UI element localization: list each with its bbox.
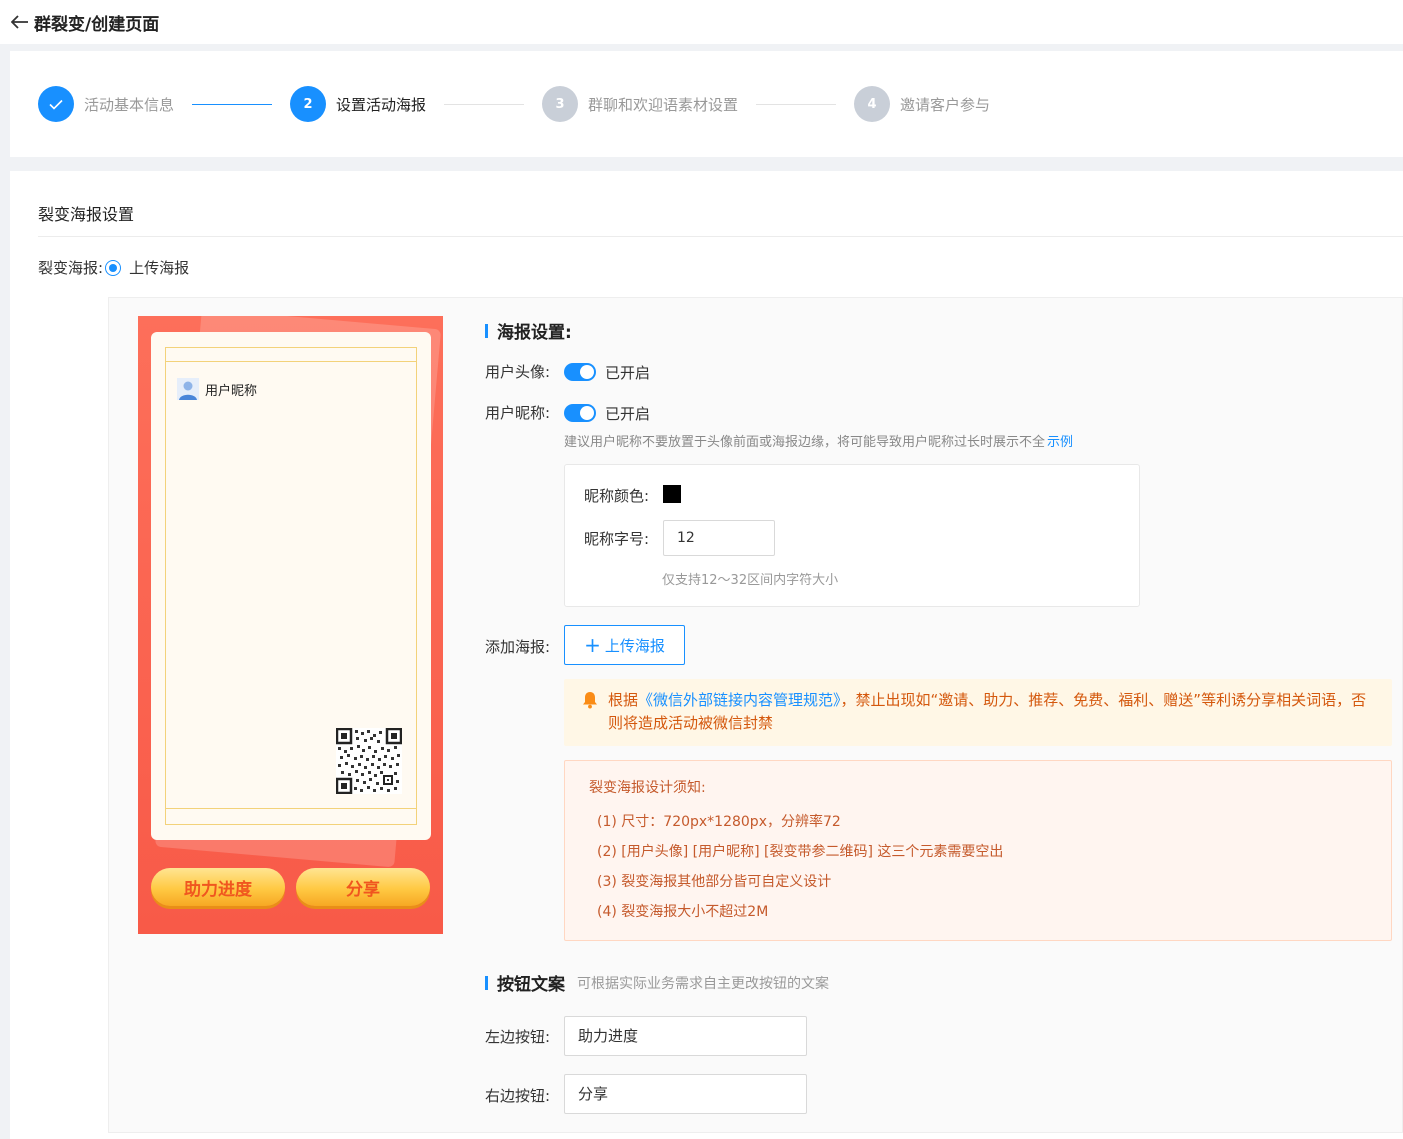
step-4[interactable]: 4 邀请客户参与 [854, 86, 990, 122]
step-3-label: 群聊和欢迎语素材设置 [588, 95, 739, 114]
tips-item: (3) 裂变海报其他部分皆可自定义设计 [597, 874, 832, 890]
upload-poster-button[interactable]: + 上传海报 [564, 625, 685, 665]
back-arrow-icon[interactable] [10, 12, 30, 32]
poster-preview: 用户昵称 助力进度 分享 [138, 316, 443, 934]
section-title: 裂变海报设置 [38, 205, 135, 224]
avatar-label: 用户头像: [485, 363, 551, 381]
nickname-color-label: 昵称颜色: [584, 487, 650, 505]
heading-accent-bar [485, 323, 488, 338]
add-poster-label: 添加海报: [485, 638, 551, 656]
steps-bar: 活动基本信息 2 设置活动海报 3 群聊和欢迎语素材设置 4 邀请客户参与 [10, 51, 1403, 157]
wechat-policy-link[interactable]: 《微信外部链接内容管理规范》 [638, 691, 841, 709]
poster-editor-panel: 用户昵称 助力进度 分享 海报设置: 用户头像: 已开启 用户昵称: 已开启 建… [108, 297, 1403, 1133]
tips-item: (4) 裂变海报大小不超过2M [597, 904, 769, 920]
qr-code-icon[interactable] [336, 728, 402, 794]
step-2-number: 2 [290, 86, 327, 122]
step-4-number: 4 [854, 86, 891, 122]
plus-icon: + [584, 633, 601, 657]
bell-icon [583, 692, 597, 709]
nickname-toggle[interactable] [564, 404, 596, 422]
heading-accent-bar [485, 975, 488, 990]
upload-poster-radio[interactable] [105, 259, 122, 276]
poster-left-button: 助力进度 [151, 868, 285, 906]
main-card: 裂变海报设置 裂变海报: 上传海报 用户昵称 助力进度 分享 海报设置: 用户头… [10, 171, 1403, 1139]
step-connector [192, 103, 273, 105]
avatar-toggle-status: 已开启 [605, 364, 651, 382]
step-2-label: 设置活动海报 [336, 95, 427, 114]
step-1-check-icon [38, 86, 74, 122]
warning-alert: 根据《微信外部链接内容管理规范》，禁止出现如“邀请、助力、推荐、免费、福利、赠送… [564, 679, 1392, 746]
upload-poster-button-label: 上传海报 [604, 636, 665, 655]
nickname-size-hint: 仅支持12～32区间内字符大小 [662, 573, 839, 588]
step-2[interactable]: 2 设置活动海报 [290, 86, 426, 122]
right-button-input[interactable]: 分享 [564, 1074, 807, 1114]
nickname-hint: 建议用户昵称不要放置于头像前面或海报边缘，将可能导致用户昵称过长时展示不全 示例 [564, 431, 1073, 450]
radio-dot [109, 263, 118, 272]
warning-prefix: 根据 [608, 691, 639, 709]
nickname-preview[interactable]: 用户昵称 [177, 378, 257, 400]
toggle-knob [580, 406, 594, 420]
step-connector [756, 103, 837, 105]
poster-right-button: 分享 [296, 868, 430, 906]
top-bar: 群裂变/创建页面 [0, 0, 1403, 44]
nickname-style-box: 昵称颜色: 昵称字号: 12 仅支持12～32区间内字符大小 [564, 464, 1140, 607]
button-copy-title: 按钮文案 [497, 975, 565, 995]
nickname-hint-text: 建议用户昵称不要放置于头像前面或海报边缘，将可能导致用户昵称过长时展示不全 [564, 435, 1046, 450]
poster-type-label: 裂变海报: [38, 259, 104, 277]
nickname-size-label: 昵称字号: [584, 530, 650, 548]
tips-title: 裂变海报设计须知: [589, 780, 706, 796]
left-button-input[interactable]: 助力进度 [564, 1016, 807, 1056]
poster-type-row: 裂变海报: 上传海报 [38, 257, 189, 278]
step-1-label: 活动基本信息 [84, 95, 175, 114]
toggle-knob [580, 365, 594, 379]
step-3[interactable]: 3 群聊和欢迎语素材设置 [542, 86, 738, 122]
nickname-preview-text: 用户昵称 [205, 383, 258, 399]
step-connector [444, 103, 525, 105]
poster-settings-heading: 海报设置: [485, 318, 572, 343]
step-3-number: 3 [542, 86, 579, 122]
section-divider [38, 236, 1403, 237]
nickname-toggle-status: 已开启 [605, 405, 651, 423]
step-1[interactable]: 活动基本信息 [38, 86, 174, 122]
page-title: 群裂变/创建页面 [34, 14, 160, 35]
poster-settings-title: 海报设置: [497, 323, 572, 343]
nickname-color-swatch[interactable] [663, 485, 681, 503]
left-button-label: 左边按钮: [485, 1028, 551, 1046]
example-link[interactable]: 示例 [1047, 435, 1073, 450]
button-copy-heading: 按钮文案 可根据实际业务需求自主更改按钮的文案 [485, 970, 829, 995]
avatar-icon [177, 378, 199, 400]
button-copy-subtitle: 可根据实际业务需求自主更改按钮的文案 [577, 975, 829, 992]
design-tips-box: 裂变海报设计须知: (1) 尺寸：720px*1280px，分辨率72 (2) … [564, 760, 1392, 941]
avatar-toggle[interactable] [564, 363, 596, 381]
tips-item: (1) 尺寸：720px*1280px，分辨率72 [597, 814, 841, 830]
right-button-label: 右边按钮: [485, 1087, 551, 1105]
nickname-size-input[interactable]: 12 [663, 520, 775, 556]
upload-poster-radio-label[interactable]: 上传海报 [129, 257, 189, 278]
poster-paper: 用户昵称 [151, 332, 431, 840]
tips-item: (2) [用户头像] [用户昵称] [裂变带参二维码] 这三个元素需要空出 [597, 844, 1004, 860]
nickname-label: 用户昵称: [485, 404, 551, 422]
step-4-label: 邀请客户参与 [900, 95, 991, 114]
